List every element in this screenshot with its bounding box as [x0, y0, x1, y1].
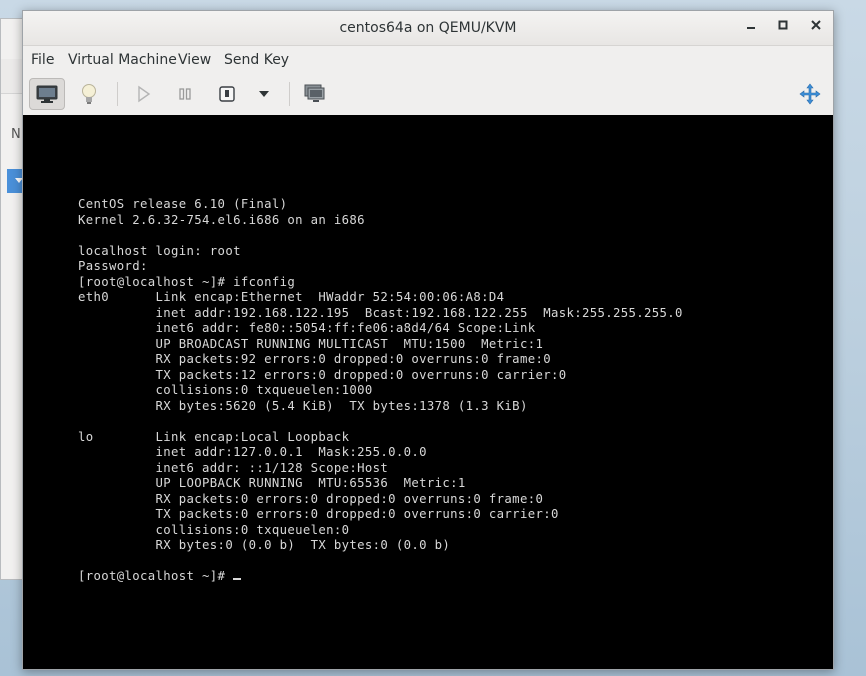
fullscreen-button[interactable]: [792, 78, 828, 110]
console-line: inet6 addr: fe80::5054:ff:fe06:a8d4/64 S…: [78, 321, 536, 335]
run-button[interactable]: [125, 78, 161, 110]
menu-virtual-machine[interactable]: Virtual Machine: [68, 52, 177, 68]
shutdown-icon: [219, 86, 235, 102]
terminal-output: CentOS release 6.10 (Final) Kernel 2.6.3…: [78, 197, 683, 585]
title-bar[interactable]: centos64a on QEMU/KVM: [23, 11, 833, 46]
lightbulb-icon: [82, 84, 96, 104]
play-icon: [138, 85, 151, 103]
console-line: collisions:0 txqueuelen:0: [78, 522, 350, 537]
console-line: [root@localhost ~]# ifconfig: [78, 274, 296, 289]
console-line: Kernel 2.6.32-754.el6.i686 on an i686: [78, 212, 365, 227]
vm-viewer-window: centos64a on QEMU/KVM File Virtual Machi…: [22, 10, 834, 670]
background-window-label: N: [11, 127, 21, 142]
pause-icon: [179, 88, 191, 100]
toolbar: [23, 73, 833, 116]
console-line: inet addr:192.168.122.195 Bcast:192.168.…: [78, 305, 683, 320]
minimize-icon: [747, 27, 755, 29]
menu-file[interactable]: File: [31, 52, 54, 68]
text-cursor: [233, 578, 242, 580]
console-line: localhost login: root: [78, 243, 241, 258]
console-line: inet6 addr: ::1/128 Scope:Host: [78, 460, 389, 475]
console-line: TX packets:0 errors:0 dropped:0 overruns…: [78, 507, 559, 521]
console-line: CentOS release 6.10 (Final): [78, 197, 288, 211]
details-view-button[interactable]: [71, 78, 107, 110]
menu-bar: File Virtual Machine View Send Key: [23, 46, 833, 73]
console-line: RX packets:0 errors:0 dropped:0 overruns…: [78, 491, 544, 506]
console-line: RX bytes:0 (0.0 b) TX bytes:0 (0.0 b): [78, 538, 451, 552]
window-title: centos64a on QEMU/KVM: [339, 20, 517, 36]
console-line: UP BROADCAST RUNNING MULTICAST MTU:1500 …: [78, 336, 544, 351]
maximize-icon: [778, 20, 788, 30]
console-prompt-line: [root@localhost ~]#: [78, 569, 234, 583]
menu-view[interactable]: View: [178, 52, 211, 68]
vm-console-display[interactable]: CentOS release 6.10 (Final) Kernel 2.6.3…: [23, 115, 833, 669]
minimize-button[interactable]: [741, 19, 761, 37]
console-line: collisions:0 txqueuelen:1000: [78, 383, 373, 397]
fullscreen-move-icon: [799, 83, 821, 105]
console-view-button[interactable]: [29, 78, 65, 110]
toolbar-separator: [117, 82, 118, 106]
close-icon: [811, 20, 821, 30]
pause-button[interactable]: [167, 78, 203, 110]
snapshots-button[interactable]: [297, 78, 333, 110]
console-line: UP LOOPBACK RUNNING MTU:65536 Metric:1: [78, 476, 466, 490]
snapshot-icon: [304, 84, 325, 102]
shutdown-button[interactable]: [209, 78, 245, 110]
console-line: RX packets:92 errors:0 dropped:0 overrun…: [78, 352, 551, 366]
monitor-icon: [36, 85, 58, 103]
console-line: TX packets:12 errors:0 dropped:0 overrun…: [78, 367, 567, 382]
maximize-button[interactable]: [773, 19, 793, 37]
console-line: inet addr:127.0.0.1 Mask:255.0.0.0: [78, 445, 427, 459]
menu-send-key[interactable]: Send Key: [224, 52, 289, 68]
toolbar-separator: [289, 82, 290, 106]
close-button[interactable]: [806, 19, 826, 37]
console-line: lo Link encap:Local Loopback: [78, 429, 350, 444]
console-line: RX bytes:5620 (5.4 KiB) TX bytes:1378 (1…: [78, 398, 528, 413]
dropdown-arrow-icon: [259, 91, 269, 97]
console-line: eth0 Link encap:Ethernet HWaddr 52:54:00…: [78, 290, 505, 304]
shutdown-menu-button[interactable]: [247, 78, 281, 110]
console-line: Password:: [78, 259, 148, 273]
